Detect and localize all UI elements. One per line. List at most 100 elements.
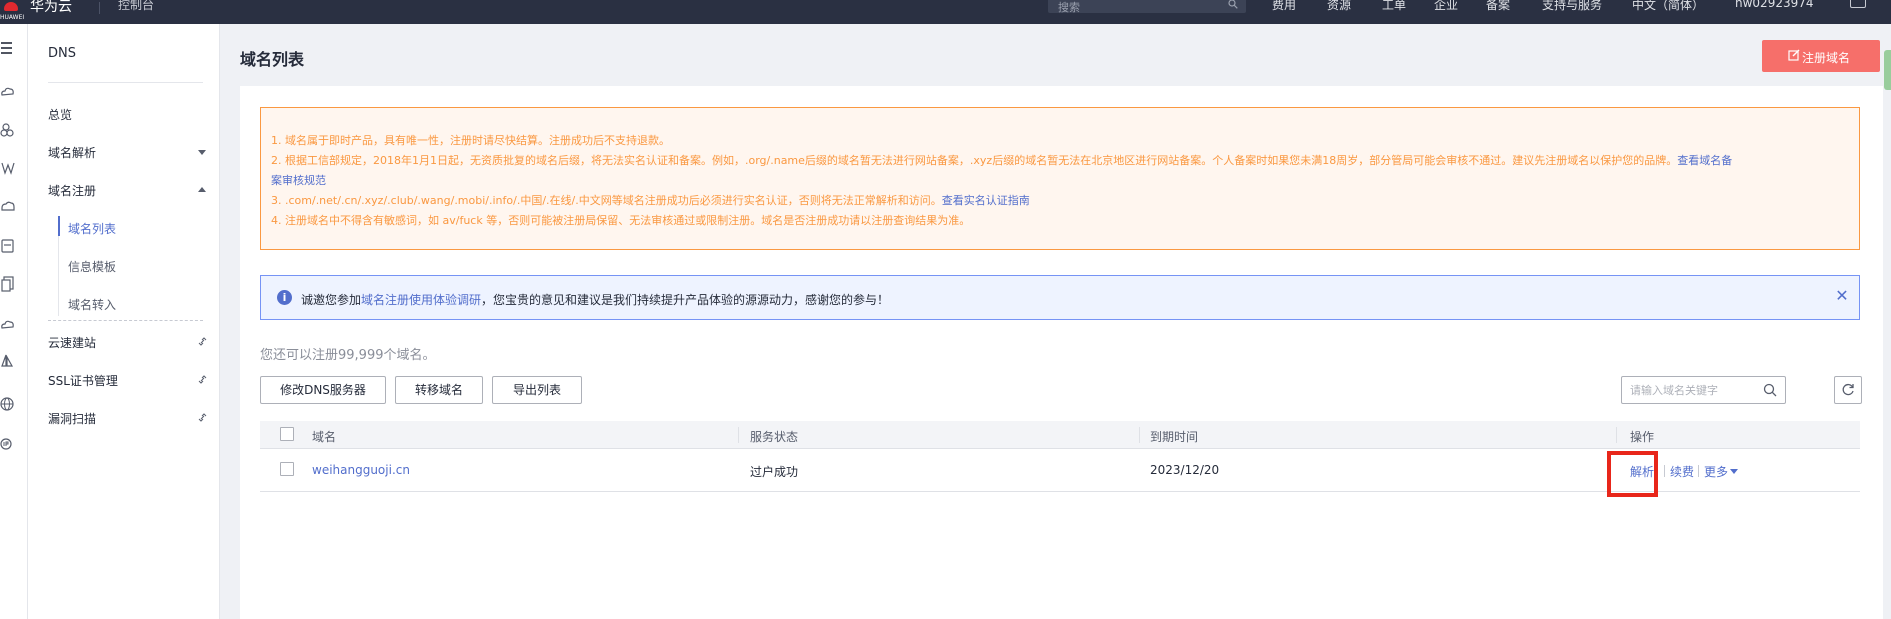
expiry-date: 2023/12/20	[1150, 463, 1220, 477]
column-expiry: 到期时间	[1150, 430, 1199, 444]
nav-enterprise[interactable]: 企业	[1434, 0, 1458, 13]
search-icon[interactable]	[1763, 383, 1777, 397]
sidebar-item-overview[interactable]: 总览	[48, 106, 72, 123]
sidebar-item-domain-resolution[interactable]: 域名解析	[48, 144, 96, 161]
chevron-down-icon[interactable]	[1730, 469, 1738, 474]
survey-prefix: 诚邀您参加	[301, 293, 362, 307]
survey-banner: i 诚邀您参加域名注册使用体验调研，您宝贵的意见和建议是我们持续提升产品体验的源…	[260, 275, 1860, 320]
cluster-icon[interactable]	[0, 122, 16, 138]
survey-link[interactable]: 域名注册使用体验调研	[361, 293, 481, 307]
message-icon[interactable]	[1850, 0, 1866, 8]
sidebar-item-site-builder[interactable]: 云速建站	[48, 334, 96, 351]
ip-icon[interactable]	[0, 436, 16, 452]
column-domain: 域名	[312, 430, 337, 444]
feedback-tab[interactable]	[1884, 50, 1891, 90]
domain-filter	[1621, 376, 1786, 404]
network-icon[interactable]	[0, 160, 16, 176]
info-icon: i	[277, 290, 292, 305]
nav-filing[interactable]: 备案	[1486, 0, 1510, 13]
menu-icon[interactable]	[0, 40, 16, 56]
dns-sidebar: DNS 总览 域名解析 域名注册 域名列表 信息模板 域名转入 云速建站 SSL…	[28, 24, 220, 619]
sidebar-item-domain-list[interactable]: 域名列表	[68, 220, 116, 237]
service-icon-rail	[0, 24, 28, 619]
console-link[interactable]: 控制台	[118, 0, 154, 13]
external-link-icon	[198, 375, 207, 384]
annotation-highlight-box	[1607, 451, 1658, 497]
cloud-service-icon[interactable]	[0, 84, 16, 100]
notice-line-1: 1. 域名属于即时产品，具有唯一性，注册时请尽快结算。注册成功后不支持退款。	[271, 134, 670, 147]
document-icon[interactable]	[0, 276, 16, 292]
logo-petal-icon	[4, 2, 18, 11]
registration-notice: 1. 域名属于即时产品，具有唯一性，注册时请尽快结算。注册成功后不支持退款。 2…	[260, 107, 1860, 250]
sidebar-item-domain-transfer-in[interactable]: 域名转入	[68, 296, 116, 313]
notice-line-4: 4. 注册域名中不得含有敏感词，如 av/fuck 等，否则可能被注册局保留、无…	[271, 214, 971, 227]
sidebar-divider	[48, 82, 203, 83]
sidebar-dashed-divider	[48, 320, 203, 321]
refresh-icon	[1842, 383, 1854, 396]
nav-resources[interactable]: 资源	[1327, 0, 1351, 13]
sidebar-item-ssl[interactable]: SSL证书管理	[48, 372, 118, 389]
nav-language[interactable]: 中文（简体）	[1632, 0, 1704, 13]
modify-dns-button[interactable]: 修改DNS服务器	[260, 376, 386, 404]
domain-search-input[interactable]	[1630, 381, 1760, 399]
register-domain-button[interactable]: 注册域名	[1762, 40, 1880, 72]
cloud-icon[interactable]	[0, 316, 16, 332]
notice-line-2-text: 2. 根据工信部规定，2018年1月1日起，无资质批复的域名后缀，将无法实名认证…	[271, 154, 1678, 167]
column-divider	[738, 427, 739, 443]
storage-icon[interactable]	[0, 198, 16, 214]
sidebar-title: DNS	[48, 46, 76, 61]
edit-icon	[1788, 49, 1800, 61]
deploy-icon[interactable]	[0, 354, 16, 370]
action-divider	[1698, 465, 1699, 477]
domain-name-link[interactable]: weihangguoji.cn	[312, 463, 410, 477]
logo-text: HUAWEI	[0, 14, 25, 21]
nav-username[interactable]: hw02923974	[1735, 0, 1814, 10]
survey-suffix: ，您宝贵的意见和建议是我们持续提升产品体验的源源动力，感谢您的参与！	[481, 293, 890, 307]
nav-support[interactable]: 支持与服务	[1542, 0, 1602, 13]
active-indicator	[58, 216, 60, 236]
external-link-icon	[198, 413, 207, 422]
notice-line-3-text: 3. .com/.net/.cn/.xyz/.club/.wang/.mobi/…	[271, 194, 942, 207]
topbar-divider	[99, 2, 100, 14]
sidebar-item-domain-registration[interactable]: 域名注册	[48, 182, 96, 199]
nav-fees[interactable]: 费用	[1272, 0, 1296, 13]
globe-icon[interactable]	[0, 396, 16, 412]
survey-text: 诚邀您参加域名注册使用体验调研，您宝贵的意见和建议是我们持续提升产品体验的源源动…	[301, 291, 889, 308]
notice-line-2-cont: 案审核规范	[271, 172, 326, 188]
submenu-guide-line	[58, 236, 59, 316]
brand-name[interactable]: 华为云	[30, 0, 72, 16]
realname-guide-link[interactable]: 查看实名认证指南	[942, 194, 1030, 207]
filing-rules-link-cont[interactable]: 案审核规范	[271, 174, 326, 187]
action-divider	[1664, 465, 1665, 477]
row-checkbox[interactable]	[280, 462, 294, 476]
register-domain-label: 注册域名	[1802, 51, 1851, 65]
notice-line-3: 3. .com/.net/.cn/.xyz/.club/.wang/.mobi/…	[271, 192, 1030, 208]
nav-tickets[interactable]: 工单	[1382, 0, 1406, 13]
close-icon[interactable]: ✕	[1833, 287, 1851, 305]
global-search[interactable]: 搜索	[1048, 0, 1246, 14]
column-divider	[1139, 427, 1140, 443]
renew-action[interactable]: 续费	[1670, 463, 1694, 480]
column-divider	[1616, 427, 1617, 443]
filing-rules-link[interactable]: 查看域名备	[1677, 154, 1732, 167]
more-action[interactable]: 更多	[1704, 463, 1728, 480]
service-status: 过户成功	[750, 465, 799, 479]
notice-line-2: 2. 根据工信部规定，2018年1月1日起，无资质批复的域名后缀，将无法实名认证…	[271, 152, 1732, 168]
transfer-domain-button[interactable]: 转移域名	[395, 376, 483, 404]
page-title: 域名列表	[240, 50, 305, 69]
database-icon[interactable]	[0, 238, 16, 254]
refresh-button[interactable]	[1834, 376, 1862, 404]
column-actions: 操作	[1630, 430, 1655, 444]
sidebar-item-info-template[interactable]: 信息模板	[68, 258, 116, 275]
huawei-logo[interactable]: HUAWEI	[0, 0, 25, 24]
select-all-checkbox[interactable]	[280, 427, 294, 441]
chevron-down-icon[interactable]	[198, 150, 206, 155]
search-icon[interactable]	[1228, 0, 1238, 9]
external-link-icon	[198, 337, 207, 346]
top-navbar: HUAWEI 华为云 控制台 搜索 费用 资源 工单 企业 备案 支持与服务 中…	[0, 0, 1891, 24]
export-list-button[interactable]: 导出列表	[492, 376, 582, 404]
global-search-placeholder: 搜索	[1058, 1, 1080, 14]
chevron-up-icon[interactable]	[198, 187, 206, 192]
column-status: 服务状态	[750, 430, 799, 444]
sidebar-item-vulnerability-scan[interactable]: 漏洞扫描	[48, 410, 96, 427]
